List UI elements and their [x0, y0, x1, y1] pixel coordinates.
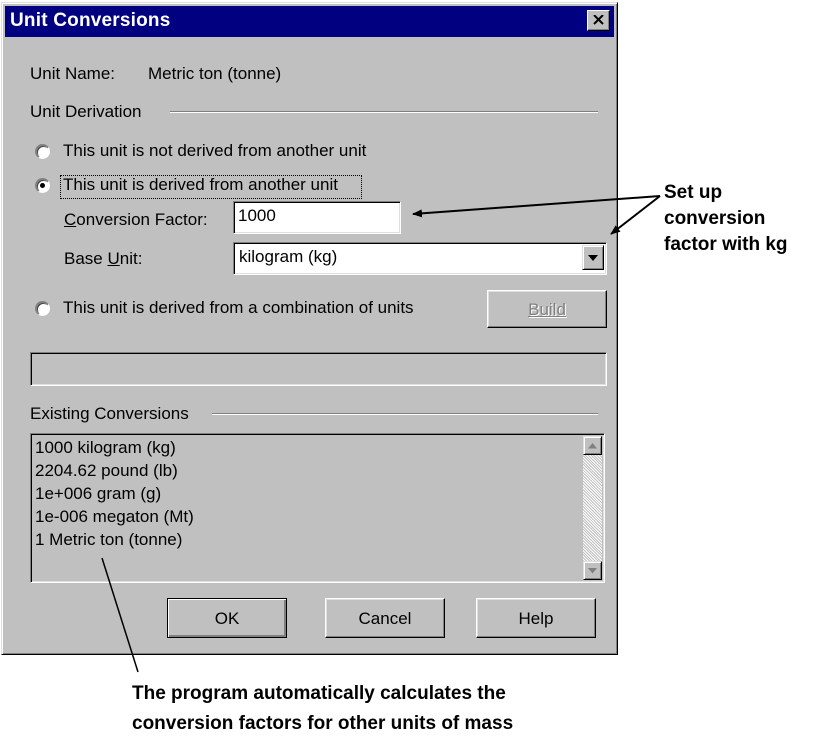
help-button[interactable]: Help [476, 598, 596, 638]
scroll-track[interactable] [583, 455, 602, 561]
unit-conversions-dialog: Unit Conversions Unit Name: Metric ton (… [1, 2, 618, 655]
unit-name-value: Metric ton (tonne) [148, 64, 282, 83]
title-bar[interactable]: Unit Conversions [5, 6, 614, 37]
radio-selected-dot [40, 183, 45, 188]
build-button-label: Build [488, 300, 606, 320]
list-item[interactable]: 2204.62 pound (lb) [35, 461, 178, 481]
list-item[interactable]: 1000 kilogram (kg) [35, 438, 176, 458]
list-item[interactable]: 1e-006 megaton (Mt) [35, 507, 194, 527]
radio-combination-label[interactable]: This unit is derived from a combination … [63, 298, 414, 318]
chevron-down-icon [588, 255, 598, 261]
build-button-label-rest: uild [539, 300, 566, 319]
radio-not-derived-label[interactable]: This unit is not derived from another un… [63, 141, 366, 161]
arrow-to-base-unit [610, 195, 661, 235]
close-button[interactable] [587, 10, 610, 31]
radio-derived[interactable] [35, 178, 50, 193]
existing-conversions-group-label: Existing Conversions [30, 404, 189, 423]
right-callout-line-2: conversion [664, 208, 766, 229]
close-icon [593, 15, 604, 25]
base-unit-accelerator: U [107, 249, 120, 268]
base-unit-label: Base Unit: [64, 249, 142, 269]
conversion-factor-value[interactable]: 1000 [238, 206, 276, 226]
help-button-label: Help [518, 609, 554, 628]
right-callout-line-1: Set up [664, 182, 723, 203]
dialog-title: Unit Conversions [10, 10, 171, 31]
existing-conversions-divider [212, 413, 598, 415]
conversion-factor-label: Conversion Factor: [64, 210, 208, 230]
conversion-factor-accelerator: C [64, 210, 77, 229]
right-callout-line-3: factor with kg [664, 234, 788, 255]
ok-button-label: OK [214, 609, 240, 628]
unit-name-label: Unit Name: [30, 64, 116, 83]
combination-expression-field[interactable] [30, 352, 607, 386]
radio-derived-label[interactable]: This unit is derived from another unit [63, 175, 338, 195]
unit-derivation-group-label: Unit Derivation [30, 102, 142, 121]
base-unit-value[interactable]: kilogram (kg) [239, 247, 337, 267]
conversion-factor-label-post: onversion Factor: [76, 210, 208, 229]
bottom-callout: The program automatically calculates the… [132, 679, 513, 739]
list-scrollbar[interactable] [583, 436, 602, 580]
ok-button[interactable]: OK [167, 598, 287, 638]
conversion-factor-field[interactable]: 1000 [233, 201, 401, 234]
arrow-up-icon [588, 443, 597, 449]
build-button[interactable]: Build [487, 290, 607, 328]
list-item[interactable]: 1e+006 gram (g) [35, 484, 161, 504]
dropdown-arrow-button[interactable] [582, 245, 604, 270]
cancel-button[interactable]: Cancel [325, 598, 445, 638]
bottom-callout-line-2: conversion factors for other units of ma… [132, 713, 514, 734]
scroll-down-button[interactable] [583, 561, 602, 580]
arrow-down-icon [588, 568, 597, 574]
scroll-up-button[interactable] [583, 436, 602, 455]
existing-conversions-list[interactable]: 1000 kilogram (kg) 2204.62 pound (lb) 1e+0… [30, 433, 605, 583]
base-unit-label-pre: Base [64, 249, 108, 268]
base-unit-label-post: nit: [119, 249, 143, 268]
unit-derivation-divider [170, 111, 598, 113]
bottom-callout-line-1: The program automatically calculates the [132, 683, 506, 704]
base-unit-dropdown[interactable]: kilogram (kg) [233, 242, 607, 275]
radio-not-derived[interactable] [35, 144, 50, 159]
cancel-button-label: Cancel [358, 609, 412, 628]
build-button-accelerator: B [528, 300, 540, 319]
list-item[interactable]: 1 Metric ton (tonne) [35, 530, 182, 550]
radio-combination[interactable] [35, 301, 50, 316]
right-callout: Set up conversion factor with kg [664, 180, 788, 258]
